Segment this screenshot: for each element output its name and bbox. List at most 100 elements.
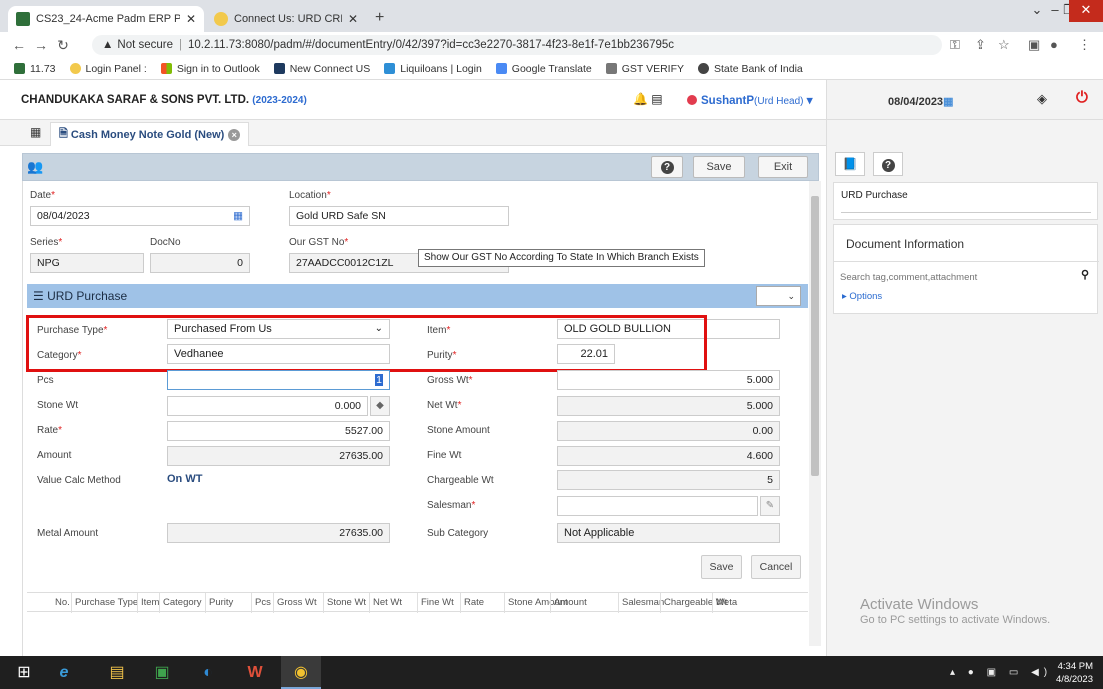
grid-column-header[interactable]: Category <box>163 597 202 608</box>
net-wt-field[interactable]: 5.000 <box>557 396 780 416</box>
notification-bell-icon[interactable]: 🔔 ▤ <box>633 92 663 106</box>
new-tab-button[interactable]: + <box>375 9 384 27</box>
browser-tab-erp[interactable]: CS23_24-Acme Padm ERP Platfor ✕ <box>8 6 204 32</box>
wps-icon[interactable]: W <box>243 662 267 684</box>
form-scrollbar[interactable] <box>809 181 821 646</box>
internet-explorer-icon[interactable]: e <box>52 662 76 684</box>
docno-field[interactable]: 0 <box>150 253 250 273</box>
browser-tab-bar: CS23_24-Acme Padm ERP Platfor ✕ Connect … <box>0 0 1103 32</box>
location-field[interactable]: Gold URD Safe SN <box>289 206 509 226</box>
net-wt-label: Net Wt* <box>427 400 462 411</box>
close-tab-icon[interactable]: ✕ <box>186 12 196 26</box>
file-explorer-icon[interactable]: ▤ <box>105 662 129 684</box>
salesman-field[interactable] <box>557 496 758 516</box>
series-field[interactable]: NPG <box>30 253 144 273</box>
tab-cash-money-note[interactable]: 🗎 Cash Money Note Gold (New) × <box>50 122 250 146</box>
sub-category-field[interactable]: Not Applicable <box>557 523 780 543</box>
grid-column-header[interactable]: Rate <box>464 597 484 608</box>
section-dropdown[interactable]: ⌄ <box>756 286 801 306</box>
search-icon[interactable]: ⚲ <box>1081 268 1089 281</box>
help-icon[interactable]: ? <box>873 152 903 176</box>
scroll-thumb[interactable] <box>811 196 819 476</box>
grid-column-header[interactable]: Meta <box>716 597 737 608</box>
clock-date[interactable]: 4/8/2023 <box>1053 674 1093 685</box>
apps-grid-icon[interactable]: ▦ <box>30 125 41 139</box>
amount-field[interactable]: 27635.00 <box>167 446 390 466</box>
reload-icon[interactable]: ↻ <box>52 37 74 54</box>
bookmark-item[interactable]: New Connect US <box>273 63 370 75</box>
detail-cancel-button[interactable]: Cancel <box>751 555 801 579</box>
power-icon[interactable]: ⏻ <box>1076 89 1088 106</box>
grid-column-header[interactable]: Amount <box>554 597 587 608</box>
grid-column-header[interactable]: Purity <box>209 597 233 608</box>
exit-button[interactable]: Exit <box>758 156 808 178</box>
metal-amount-label: Metal Amount <box>37 528 99 539</box>
close-icon[interactable]: × <box>228 128 241 141</box>
fine-wt-field[interactable]: 4.600 <box>557 446 780 466</box>
stone-amount-field[interactable]: 0.00 <box>557 421 780 441</box>
clock-time[interactable]: 4:34 PM <box>1053 661 1093 672</box>
windows-start-icon[interactable]: ⊞ <box>12 662 36 684</box>
calendar-icon[interactable]: ▦ <box>233 207 243 225</box>
bookmark-item[interactable]: Liquiloans | Login <box>384 63 482 75</box>
book-icon[interactable]: 📘 <box>835 152 865 176</box>
series-label: Series* <box>30 237 63 248</box>
bookmark-item[interactable]: Sign in to Outlook <box>160 63 260 75</box>
system-tray[interactable]: ▴ ● ▣ ▭ ◀) <box>950 667 1052 678</box>
location-label: Location* <box>289 190 331 201</box>
grid-column-header[interactable]: No. <box>55 597 70 608</box>
pcs-field[interactable]: 1 <box>167 370 390 390</box>
grid-column-header[interactable]: Net Wt <box>373 597 402 608</box>
share-icon[interactable]: ⇪ <box>975 37 986 53</box>
erp-favicon-icon <box>16 12 30 26</box>
options-link[interactable]: ▸ Options <box>842 291 882 302</box>
store-icon[interactable]: ▣ <box>150 662 174 684</box>
grid-column-header[interactable]: Salesman <box>622 597 664 608</box>
gross-wt-field[interactable]: 5.000 <box>557 370 780 390</box>
url-field[interactable]: ▲ Not secure | 10.2.11.73:8080/padm/#/do… <box>92 35 942 55</box>
menu-icon[interactable]: ⋮ <box>1078 37 1091 53</box>
back-icon[interactable]: ← <box>8 37 30 53</box>
header-date[interactable]: 08/04/2023▦ <box>888 95 953 108</box>
save-button[interactable]: Save <box>693 156 745 178</box>
detail-save-button[interactable]: Save <box>701 555 742 579</box>
tag-search-input[interactable] <box>840 269 1090 285</box>
stone-details-icon[interactable]: ◆ <box>370 396 390 416</box>
grid-column-header[interactable]: Pcs <box>255 597 271 608</box>
calendar-icon[interactable]: ▦ <box>943 96 953 108</box>
metal-amount-field[interactable]: 27635.00 <box>167 523 390 543</box>
bookmark-item[interactable]: 11.73 <box>14 63 56 75</box>
grid-column-header[interactable]: Fine Wt <box>421 597 454 608</box>
chrome-taskbar-button[interactable]: ◉ <box>281 656 321 689</box>
document-icon: 🗎 <box>59 128 71 140</box>
close-tab-icon[interactable]: ✕ <box>348 12 358 26</box>
grid-column-header[interactable]: Purchase Type <box>75 597 138 608</box>
chargeable-wt-field[interactable]: 5 <box>557 470 780 490</box>
date-field[interactable]: 08/04/2023 ▦ <box>30 206 250 226</box>
grid-column-divider <box>504 593 505 613</box>
hide-eye-icon[interactable]: ◈ <box>1037 91 1047 107</box>
bookmark-item[interactable]: State Bank of India <box>698 63 803 75</box>
browser-tab-crm[interactable]: Connect Us: URD CRM Report ✕ <box>206 6 366 32</box>
grid-column-divider <box>712 593 713 613</box>
sub-category-label: Sub Category <box>427 528 489 539</box>
edit-icon[interactable]: ✎ <box>760 496 780 516</box>
activate-windows-title: Activate Windows <box>860 596 979 613</box>
user-menu[interactable]: SushantP(Urd Head) ▾ <box>701 93 812 107</box>
key-icon[interactable]: ⚿ <box>950 37 960 53</box>
bookmark-item[interactable]: Login Panel : <box>69 63 147 75</box>
bookmark-star-icon[interactable]: ☆ <box>998 37 1010 53</box>
stone-wt-field[interactable]: 0.000 <box>167 396 368 416</box>
forward-icon[interactable]: → <box>30 37 52 53</box>
grid-column-header[interactable]: Item <box>141 597 159 608</box>
window-close-button[interactable]: ✕ <box>1069 0 1103 22</box>
help-button[interactable]: ? <box>651 156 683 178</box>
bookmark-item[interactable]: GST VERIFY <box>605 63 684 75</box>
grid-column-header[interactable]: Gross Wt <box>277 597 317 608</box>
side-panel-icon[interactable]: ▣ <box>1028 37 1040 53</box>
bookmark-item[interactable]: Google Translate <box>495 63 592 75</box>
edge-icon[interactable]: ◐ <box>196 662 220 684</box>
grid-column-header[interactable]: Stone Wt <box>327 597 366 608</box>
rate-field[interactable]: 5527.00 <box>167 421 390 441</box>
profile-icon[interactable]: ● <box>1050 37 1058 52</box>
